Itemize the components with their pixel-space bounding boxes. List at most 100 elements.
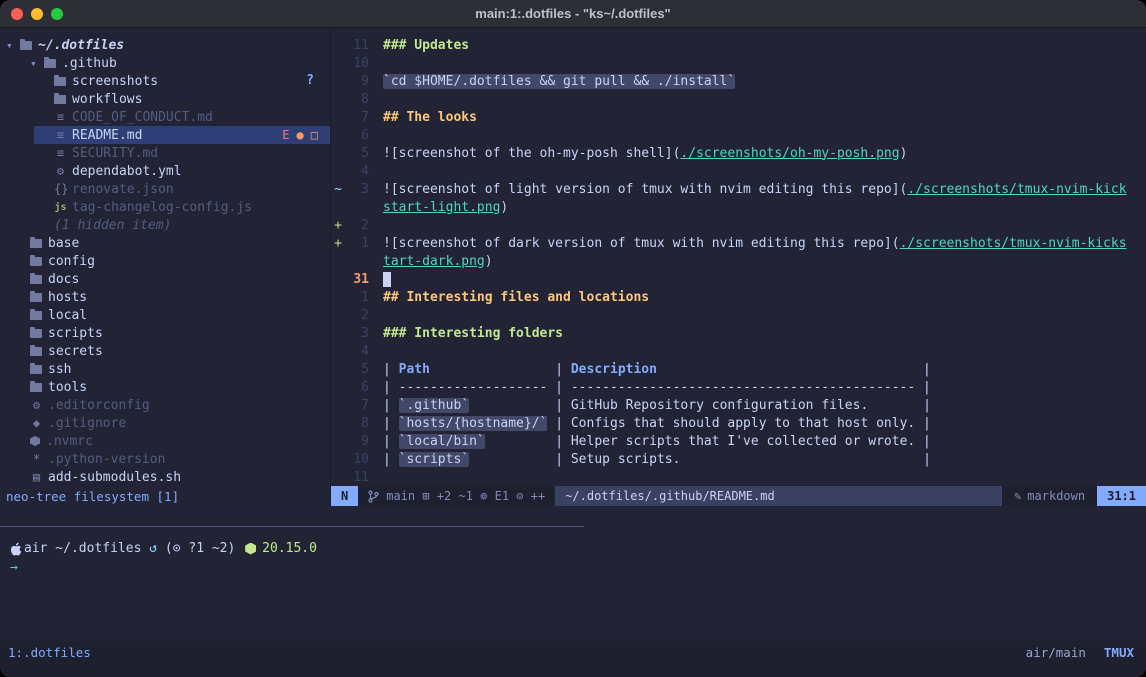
tree-item[interactable]: ▾ .github	[0, 54, 330, 72]
statusline: N main ⊞ +2 ~1 ⊚ E1 ⊙ ++ ~/.dotfiles/.gi…	[331, 486, 1146, 506]
shell-prompt: air ~/.dotfiles ↺ (⊙ ?1 ~2) 20.15.0	[10, 539, 1146, 558]
tree-item[interactable]: {}renovate.json	[0, 180, 330, 198]
editor-line[interactable]: 2	[331, 306, 1146, 324]
tree-item-label: .github	[62, 56, 117, 71]
tree-item[interactable]: config	[0, 252, 330, 270]
tree-item[interactable]: workflows	[0, 90, 330, 108]
editor-line[interactable]: 10	[331, 54, 1146, 72]
line-number: 4	[345, 164, 369, 179]
file-text-icon: ≡	[54, 146, 67, 160]
editor-line[interactable]: +1![screenshot of dark version of tmux w…	[331, 234, 1146, 252]
zoom-button[interactable]	[51, 8, 63, 20]
line-number: 1	[345, 236, 369, 251]
editor-line[interactable]: 7## The looks	[331, 108, 1146, 126]
gutter-sign	[331, 326, 345, 341]
editor-line[interactable]: 11### Updates	[331, 36, 1146, 54]
tree-item[interactable]: ◆.gitignore	[0, 414, 330, 432]
file-tree[interactable]: ▾~/.dotfiles▾.githubscreenshotsworkflows…	[0, 36, 330, 486]
gutter-sign: +	[331, 236, 345, 251]
line-text: ### Interesting folders	[383, 326, 563, 341]
tree-item[interactable]: ▤add-submodules.sh	[0, 468, 330, 486]
tree-item[interactable]: ≡README.mdE●□	[0, 126, 330, 144]
tree-item-label: scripts	[48, 326, 103, 341]
chevron-down-icon[interactable]: ▾	[6, 39, 18, 52]
editor-line[interactable]: 7| `.github` | GitHub Repository configu…	[331, 396, 1146, 414]
editor-pane[interactable]: 11### Updates 10 9`cd $HOME/.dotfiles &&…	[331, 28, 1146, 506]
tree-item[interactable]: (1 hidden item)	[0, 216, 330, 234]
editor-line[interactable]: 9`cd $HOME/.dotfiles && git pull && ./in…	[331, 72, 1146, 90]
terminal-window: main:1:.dotfiles - "ks~/.dotfiles" ▾~/.d…	[0, 0, 1146, 677]
git-fetch-icon: ↺	[149, 541, 165, 556]
tree-item[interactable]: ≡CODE_OF_CONDUCT.md	[0, 108, 330, 126]
gutter-sign	[331, 416, 345, 431]
tmux-window-item[interactable]: 1:.dotfiles	[8, 645, 91, 660]
editor-line[interactable]: 10| `scripts` | Setup scripts. |	[331, 450, 1146, 468]
line-number: 9	[345, 434, 369, 449]
shell-input-line[interactable]: →	[10, 558, 1146, 577]
editor-line[interactable]: +2	[331, 216, 1146, 234]
text-cursor	[383, 272, 391, 287]
tree-item[interactable]: ⚙.editorconfig	[0, 396, 330, 414]
tree-item[interactable]: ⚙dependabot.yml	[0, 162, 330, 180]
editor-line[interactable]: 6	[331, 126, 1146, 144]
tree-item[interactable]: docs	[0, 270, 330, 288]
filetype-text: markdown	[1027, 489, 1085, 503]
gutter-sign	[331, 92, 345, 107]
tree-item[interactable]: ssh	[0, 360, 330, 378]
editor-line[interactable]: 3### Interesting folders	[331, 324, 1146, 342]
line-text: ## Interesting files and locations	[383, 290, 649, 305]
tree-item[interactable]: base	[0, 234, 330, 252]
shell-pane[interactable]: air ~/.dotfiles ↺ (⊙ ?1 ~2) 20.15.0 →	[0, 527, 1146, 641]
editor-lines[interactable]: 11### Updates 10 9`cd $HOME/.dotfiles &&…	[331, 36, 1146, 486]
help-hint[interactable]: ?	[306, 73, 314, 88]
tree-item[interactable]: tools	[0, 378, 330, 396]
tree-item-label: README.md	[72, 128, 142, 143]
editor-line[interactable]: 1## Interesting files and locations	[331, 288, 1146, 306]
editor-line[interactable]: 8| `hosts/{hostname}/` | Configs that sh…	[331, 414, 1146, 432]
editor-line[interactable]: 4	[331, 342, 1146, 360]
tree-item[interactable]: ≡SECURITY.md	[0, 144, 330, 162]
editor-line[interactable]: 5| Path | Description |	[331, 360, 1146, 378]
window-titlebar[interactable]: main:1:.dotfiles - "ks~/.dotfiles"	[0, 0, 1146, 28]
editor-line[interactable]: 5![screenshot of the oh-my-posh shell](.…	[331, 144, 1146, 162]
git-status-segment: main ⊞ +2 ~1 ⊚ E1 ⊙ ++	[358, 486, 555, 506]
editor-line[interactable]: 31	[331, 270, 1146, 288]
editor-line[interactable]: 6| ------------------- | ---------------…	[331, 378, 1146, 396]
neo-tree-sidebar[interactable]: ▾~/.dotfiles▾.githubscreenshotsworkflows…	[0, 28, 331, 506]
chevron-down-icon[interactable]: ▾	[30, 57, 42, 70]
tmux-status-bar: 1:.dotfiles air/main TMUX	[0, 641, 1146, 677]
tree-item[interactable]: hosts	[0, 288, 330, 306]
gutter-sign	[331, 200, 345, 215]
line-number: 3	[345, 182, 369, 197]
editor-line[interactable]: start-light.png)	[331, 198, 1146, 216]
gutter-sign	[331, 74, 345, 89]
tree-item[interactable]: local	[0, 306, 330, 324]
editor-line[interactable]: 8	[331, 90, 1146, 108]
line-number: 8	[345, 92, 369, 107]
line-number: 10	[345, 56, 369, 71]
line-text: | ------------------- | ----------------…	[383, 380, 931, 395]
prompt-arrow: →	[10, 560, 18, 575]
folder-icon	[30, 257, 42, 266]
tree-item-label: .nvmrc	[46, 434, 93, 449]
line-text: tart-dark.png)	[383, 254, 493, 269]
editor-line[interactable]: 4	[331, 162, 1146, 180]
editor-line[interactable]: tart-dark.png)	[331, 252, 1146, 270]
tree-item[interactable]: .nvmrc	[0, 432, 330, 450]
editor-line[interactable]: 11	[331, 468, 1146, 486]
close-button[interactable]	[11, 8, 23, 20]
minimize-button[interactable]	[31, 8, 43, 20]
file-text-icon: ≡	[54, 128, 67, 142]
editor-line[interactable]: 9| `local/bin` | Helper scripts that I'v…	[331, 432, 1146, 450]
tree-item[interactable]: *.python-version	[0, 450, 330, 468]
tree-item-label: .python-version	[48, 452, 165, 467]
gear-icon: ⚙	[30, 398, 43, 412]
tree-item-label: local	[48, 308, 87, 323]
editor-line[interactable]: ~3![screenshot of light version of tmux …	[331, 180, 1146, 198]
tree-item[interactable]: secrets	[0, 342, 330, 360]
tree-item[interactable]: jstag-changelog-config.js	[0, 198, 330, 216]
tree-item[interactable]: scripts	[0, 324, 330, 342]
tree-item[interactable]: ▾~/.dotfiles	[0, 36, 330, 54]
line-text: `cd $HOME/.dotfiles && git pull && ./ins…	[383, 74, 735, 89]
tree-item[interactable]: screenshots	[0, 72, 330, 90]
